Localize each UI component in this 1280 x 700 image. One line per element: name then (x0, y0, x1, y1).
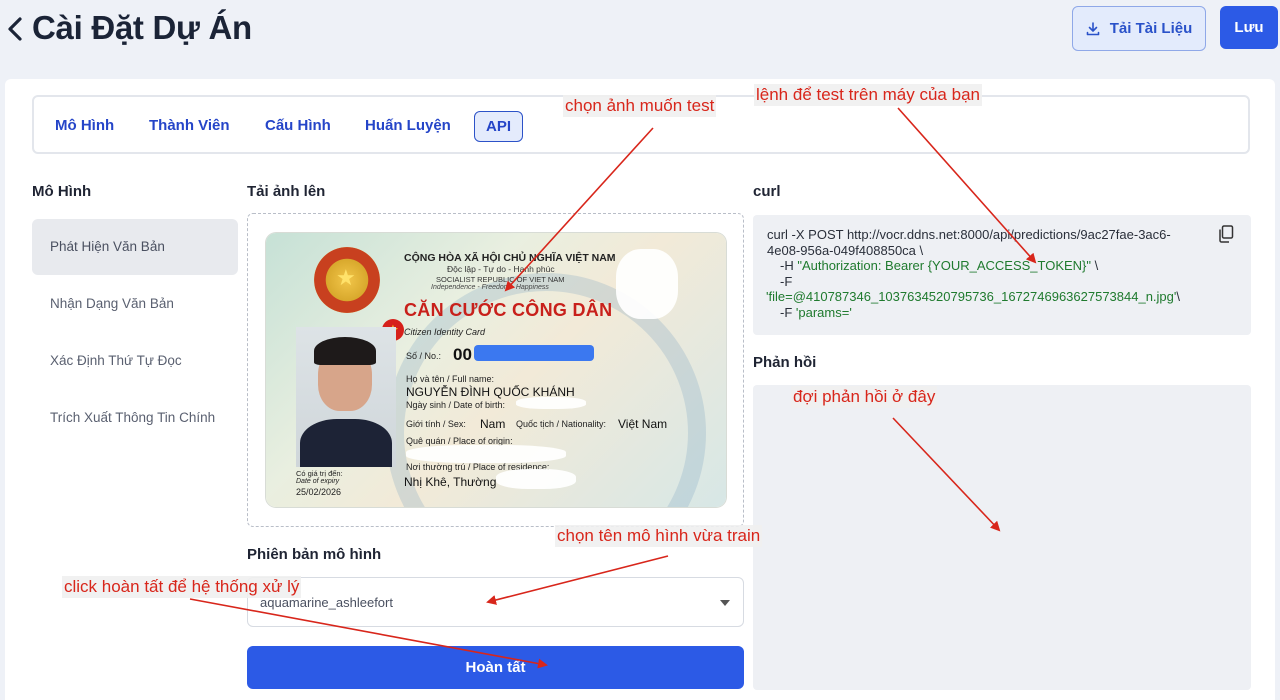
top-bar: Cài Đặt Dự Án Tải Tài Liệu Lưu (0, 0, 1280, 75)
redaction-mark (406, 445, 566, 463)
card-expiry-label: Có giá trị đến: (296, 469, 343, 478)
card-motto: Độc lập - Tự do - Hạnh phúc (447, 264, 555, 274)
card-nationality-value: Việt Nam (618, 417, 668, 431)
national-emblem-icon: ★ (314, 247, 380, 313)
redaction-mark (616, 249, 678, 319)
annotation-choose-image: chọn ảnh muốn test (563, 95, 717, 117)
redaction-mark (496, 469, 576, 489)
download-docs-label: Tải Tài Liệu (1109, 20, 1193, 37)
card-no-label: Số / No.: (406, 351, 442, 361)
card-nationality-label: Quốc tịch / Nationality: (516, 419, 607, 429)
caret-down-icon (720, 600, 730, 606)
curl-heading: curl (753, 183, 781, 200)
sidebar-item-reading-order[interactable]: Xác Định Thứ Tự Đọc (32, 333, 238, 389)
tab-model[interactable]: Mô Hình (55, 117, 114, 134)
portrait-photo (296, 327, 396, 467)
upload-heading: Tải ảnh lên (247, 183, 326, 200)
card-nation: CỘNG HÒA XÃ HỘI CHỦ NGHĨA VIỆT NAM (404, 252, 616, 264)
copy-icon[interactable] (1218, 225, 1234, 243)
submit-button[interactable]: Hoàn tất (247, 646, 744, 689)
page-title: Cài Đặt Dự Án (32, 9, 252, 46)
save-button[interactable]: Lưu (1220, 6, 1278, 49)
curl-line-1: curl -X POST http://vocr.ddns.net:8000/a… (767, 227, 1171, 242)
model-version-heading: Phiên bản mô hình (247, 546, 382, 563)
card-no-value: 00 (453, 345, 472, 364)
tab-training[interactable]: Huấn Luyện (365, 117, 451, 134)
model-version-select[interactable]: aquamarine_ashleefort (247, 577, 744, 627)
response-panel (753, 385, 1251, 690)
card-sex-value: Nam (480, 417, 506, 431)
download-docs-button[interactable]: Tải Tài Liệu (1072, 6, 1206, 51)
redaction-mark (474, 345, 594, 361)
annotation-click-done: click hoàn tất để hệ thống xử lý (62, 576, 302, 598)
uploaded-id-card-image: ★ CỘNG HÒA XÃ HỘI CHỦ NGHĨA VIỆT NAM Độc… (266, 233, 726, 507)
curl-line-4: -F (780, 273, 793, 289)
curl-line-3: -H "Authorization: Bearer {YOUR_ACCESS_T… (780, 258, 1099, 273)
tab-api[interactable]: API (474, 111, 524, 142)
card-motto-en: Independence - Freedom - Happiness (431, 284, 549, 291)
sidebar-item-key-info-extraction[interactable]: Trích Xuất Thông Tin Chính (32, 390, 238, 446)
download-icon (1086, 21, 1100, 35)
curl-line-2: 4e08-956a-049f408850ca \ (767, 242, 924, 258)
tab-members[interactable]: Thành Viên (149, 117, 230, 134)
card-expiry-label-en: Date of expiry (296, 478, 340, 485)
card-name-label: Họ và tên / Full name: (406, 374, 495, 384)
response-heading: Phản hồi (753, 354, 817, 371)
curl-line-6: -F 'params=' (780, 304, 852, 320)
card-sex-label: Giới tính / Sex: (406, 419, 466, 429)
tab-config[interactable]: Cấu Hình (265, 117, 331, 134)
curl-line-5: 'file=@410787346_1037634520795736_167274… (766, 289, 1180, 304)
curl-code-block[interactable]: curl -X POST http://vocr.ddns.net:8000/a… (753, 215, 1251, 335)
annotation-wait-response: đợi phản hồi ở đây (791, 386, 938, 408)
sidebar-item-text-detection[interactable]: Phát Hiện Văn Bản (32, 219, 238, 275)
card-subtitle: Citizen Identity Card (404, 327, 486, 337)
back-chevron-icon[interactable] (4, 14, 26, 44)
card-expiry-value: 25/02/2026 (296, 487, 342, 497)
sidebar-item-text-recognition[interactable]: Nhận Dạng Văn Bản (32, 276, 238, 332)
card-title: CĂN CƯỚC CÔNG DÂN (404, 300, 613, 320)
sidebar-heading: Mô Hình (32, 183, 92, 200)
card-residence-value: Nhị Khê, Thường (404, 475, 497, 489)
annotation-command: lệnh để test trên máy của bạn (754, 84, 982, 106)
card-dob-label: Ngày sinh / Date of birth: (406, 400, 506, 410)
annotation-choose-model: chọn tên mô hình vừa train (555, 525, 763, 547)
redaction-mark (516, 397, 586, 409)
card-nation-en: SOCIALIST REPUBLIC OF VIET NAM (436, 275, 565, 284)
